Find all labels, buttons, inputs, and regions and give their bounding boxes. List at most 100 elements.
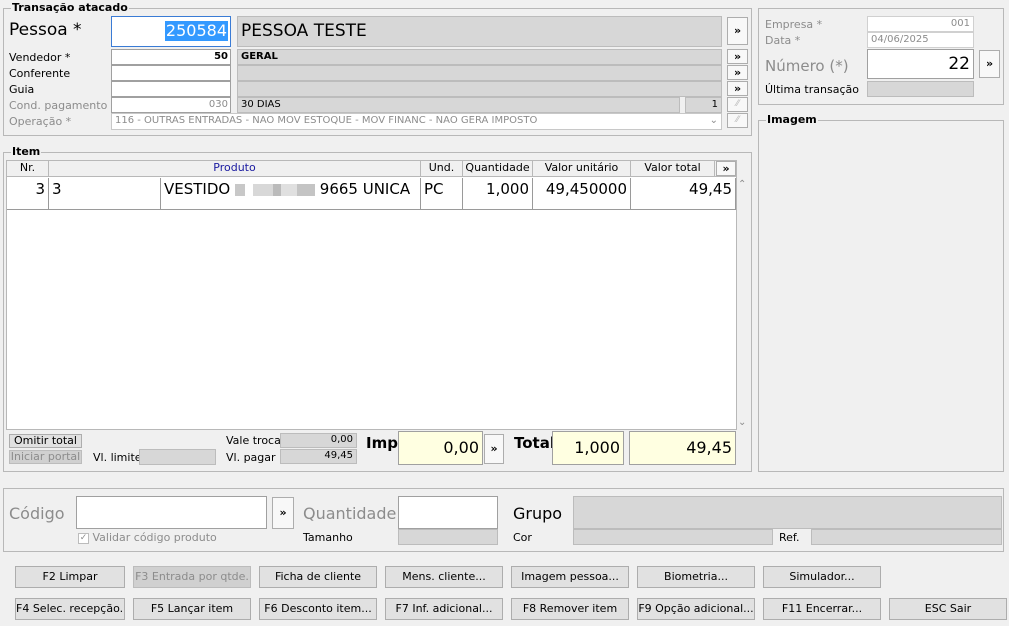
ultima-transacao-label: Última transação [765,83,859,96]
data-label: Data * [765,34,801,47]
f3-entrada-qtde-button: F3 Entrada por qtde. [133,566,251,588]
vendedor-code-input[interactable]: 50 [111,49,231,65]
iniciar-portal-button: Iniciar portal [9,450,82,464]
vl-limite-label: Vl. limite [93,451,142,464]
cell-code: 3 [49,178,161,210]
vl-pagar-label: Vl. pagar [226,451,276,464]
cell-valor-unitario: 49,450000 [533,178,631,210]
tamanho-label: Tamanho [303,531,353,544]
col-header-valor-unitario[interactable]: Valor unitário [533,161,631,176]
col-header-und[interactable]: Und. [421,161,463,176]
vendedor-code-value: 50 [214,51,228,62]
operacao-label: Operação * [9,115,72,128]
pessoa-more-button[interactable]: » [727,17,748,45]
cell-descricao: VESTIDO 9665 UNICA [161,178,421,210]
pessoa-name-value: PESSOA TESTE [241,21,367,41]
cond-pagamento-extra-value: 1 [711,99,718,110]
pessoa-label: Pessoa * [9,20,82,40]
numero-more-button[interactable]: » [979,50,1000,78]
scroll-down-icon[interactable]: ⌄ [738,417,746,428]
vendedor-label: Vendedor * [9,51,71,64]
quantidade-input[interactable] [398,496,498,529]
col-header-valor-total[interactable]: Valor total [631,161,715,176]
empresa-label: Empresa * [765,18,823,31]
f7-inf-adicional-button[interactable]: F7 Inf. adicional... [385,598,503,620]
imp-value: 0,00 [443,438,479,457]
f5-lancar-item-button[interactable]: F5 Lançar item [133,598,251,620]
biometria-button[interactable]: Biometria... [637,566,755,588]
mens-cliente-button[interactable]: Mens. cliente... [385,566,503,588]
guia-label: Guia [9,83,35,96]
columns-more-button[interactable]: » [716,161,736,176]
codigo-label: Código [9,504,65,523]
cond-pagamento-extra-field: 1 [685,97,722,113]
cor-field [573,529,773,545]
scroll-up-icon[interactable]: ⌃ [738,179,746,190]
checkbox-checked-icon: ✓ [78,532,89,544]
cond-pagamento-code-value: 030 [208,99,228,110]
cond-pagamento-name-field: 30 DIAS [237,97,680,113]
codigo-more-button[interactable]: » [272,497,294,529]
empresa-input: 001 [867,16,974,32]
pessoa-name-field: PESSOA TESTE [237,16,722,47]
pessoa-code-input[interactable]: 250584 [111,16,231,47]
vale-troca-label: Vale troca [226,434,281,447]
image-group: Imagem [758,114,1004,472]
chevron-down-icon: ⌄ [709,115,718,126]
conferente-name-field [237,65,722,81]
f9-opcao-adicional-button[interactable]: F9 Opção adicional... [637,598,755,620]
guia-name-field [237,81,722,97]
validar-codigo-checkbox: ✓ Validar código produto [78,531,217,544]
omitir-total-button[interactable]: Omitir total [9,434,82,448]
cond-pagamento-code-input: 030 [111,97,231,113]
quantidade-label: Quantidade [303,504,397,523]
empresa-value: 001 [950,18,970,29]
col-header-produto[interactable]: Produto [49,161,421,176]
guia-more-button[interactable]: » [727,81,748,96]
omitir-total-label: Omitir total [14,434,77,447]
ficha-cliente-button[interactable]: Ficha de cliente [259,566,377,588]
f8-remover-item-button[interactable]: F8 Remover item [511,598,629,620]
codigo-input[interactable] [76,496,267,529]
f6-desconto-item-button[interactable]: F6 Desconto item... [259,598,377,620]
imagem-pessoa-button[interactable]: Imagem pessoa... [511,566,629,588]
numero-input[interactable]: 22 [867,49,974,79]
total-qty-field: 1,000 [552,431,624,465]
vl-limite-field [139,449,216,465]
vale-troca-field: 0,00 [280,433,357,448]
cell-valor-total: 49,45 [631,178,736,210]
grid-vertical-scrollbar[interactable]: ⌃ ⌄ [737,177,749,430]
cor-label: Cor [513,531,532,544]
vendedor-name-field: GERAL [237,49,722,65]
operacao-more-button: ⁄⁄ [727,113,748,128]
items-grid[interactable]: Nr. Produto Und. Quantidade Valor unitár… [6,160,737,430]
ultima-transacao-field [867,81,974,97]
col-header-quantidade[interactable]: Quantidade [463,161,533,176]
cond-pagamento-label: Cond. pagamento * [9,99,117,112]
imp-more-button[interactable]: » [484,434,504,464]
cell-und: PC [421,178,463,210]
esc-sair-button[interactable]: ESC Sair [889,598,1007,620]
total-qty-value: 1,000 [574,438,620,457]
f4-selec-recepcao-button[interactable]: F4 Selec. recepção.. [15,598,125,620]
simulador-button[interactable]: Simulador... [763,566,881,588]
transaction-group-title: Transação atacado [11,1,129,14]
table-row[interactable]: 3 3 VESTIDO 9665 UNICA PC 1,000 49,45000… [7,178,736,210]
col-header-nr[interactable]: Nr. [7,161,49,176]
cell-quantidade: 1,000 [463,178,533,210]
cond-pagamento-more-button: ⁄⁄ [727,97,748,112]
f11-encerrar-button[interactable]: F11 Encerrar... [763,598,881,620]
numero-value: 22 [948,54,970,74]
guia-code-input[interactable] [111,81,231,97]
grupo-label: Grupo [513,504,563,523]
vendedor-more-button[interactable]: » [727,49,748,64]
total-value-field: 49,45 [629,431,736,465]
operacao-value: 116 - OUTRAS ENTRADAS - NAO MOV ESTOQUE … [115,115,538,126]
pessoa-code-value: 250584 [164,21,228,41]
conferente-more-button[interactable]: » [727,65,748,80]
vale-troca-value: 0,00 [330,434,353,445]
f2-limpar-button[interactable]: F2 Limpar [15,566,125,588]
conferente-code-input[interactable] [111,65,231,81]
validar-codigo-label: Validar código produto [92,531,217,544]
vl-pagar-value: 49,45 [324,450,353,461]
